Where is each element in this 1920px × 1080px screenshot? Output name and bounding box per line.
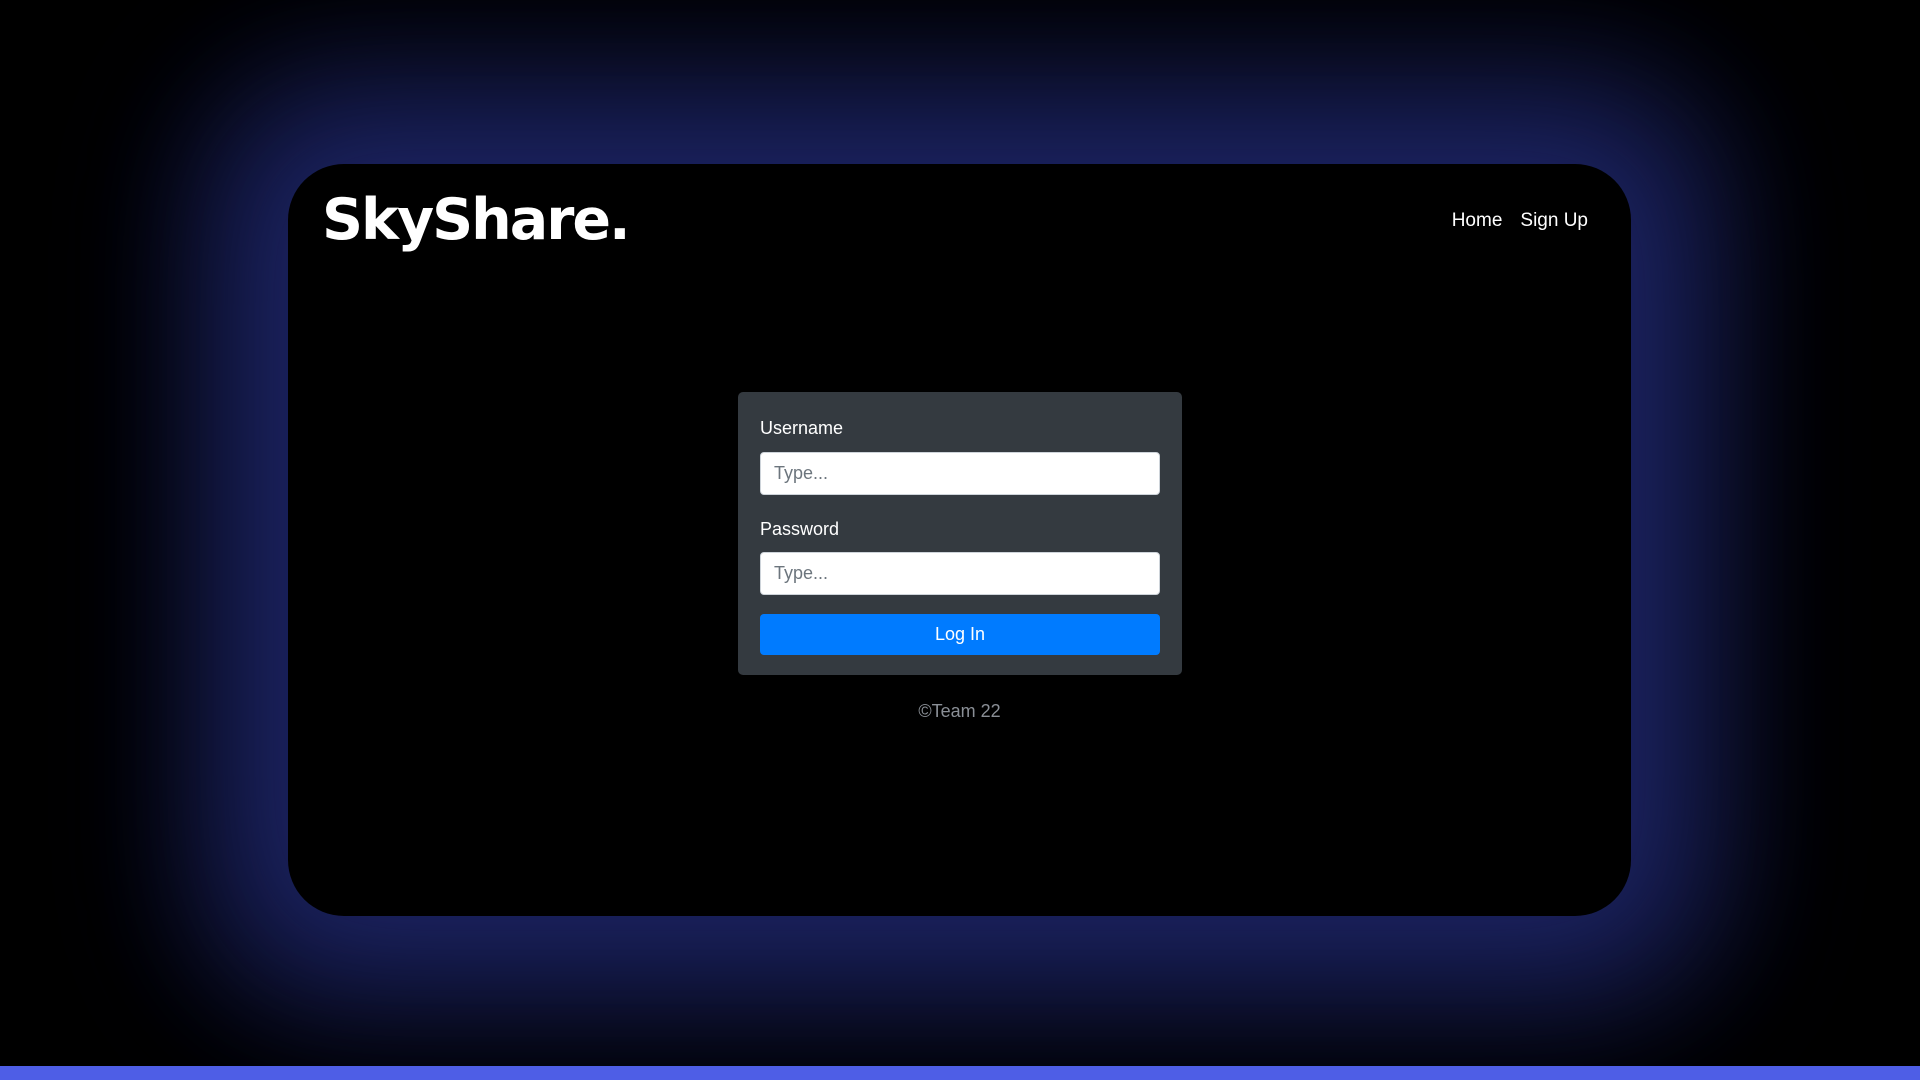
bottom-accent-bar — [0, 1066, 1920, 1080]
login-form: Username Password Log In — [738, 392, 1182, 675]
login-button[interactable]: Log In — [760, 614, 1160, 656]
main-card: SkyShare. Home Sign Up Username Password… — [288, 164, 1631, 916]
top-nav: Home Sign Up — [1452, 210, 1588, 232]
username-input[interactable] — [760, 451, 1160, 495]
password-label: Password — [760, 518, 840, 539]
nav-signup-link[interactable]: Sign Up — [1520, 210, 1588, 232]
password-input[interactable] — [760, 552, 1160, 596]
page: SkyShare. Home Sign Up Username Password… — [0, 0, 1920, 1080]
brand-logo[interactable]: SkyShare. — [322, 186, 631, 254]
username-label: Username — [760, 418, 844, 438]
footer-copyright: ©Team 22 — [918, 701, 1001, 721]
nav-home-link[interactable]: Home — [1452, 210, 1503, 232]
